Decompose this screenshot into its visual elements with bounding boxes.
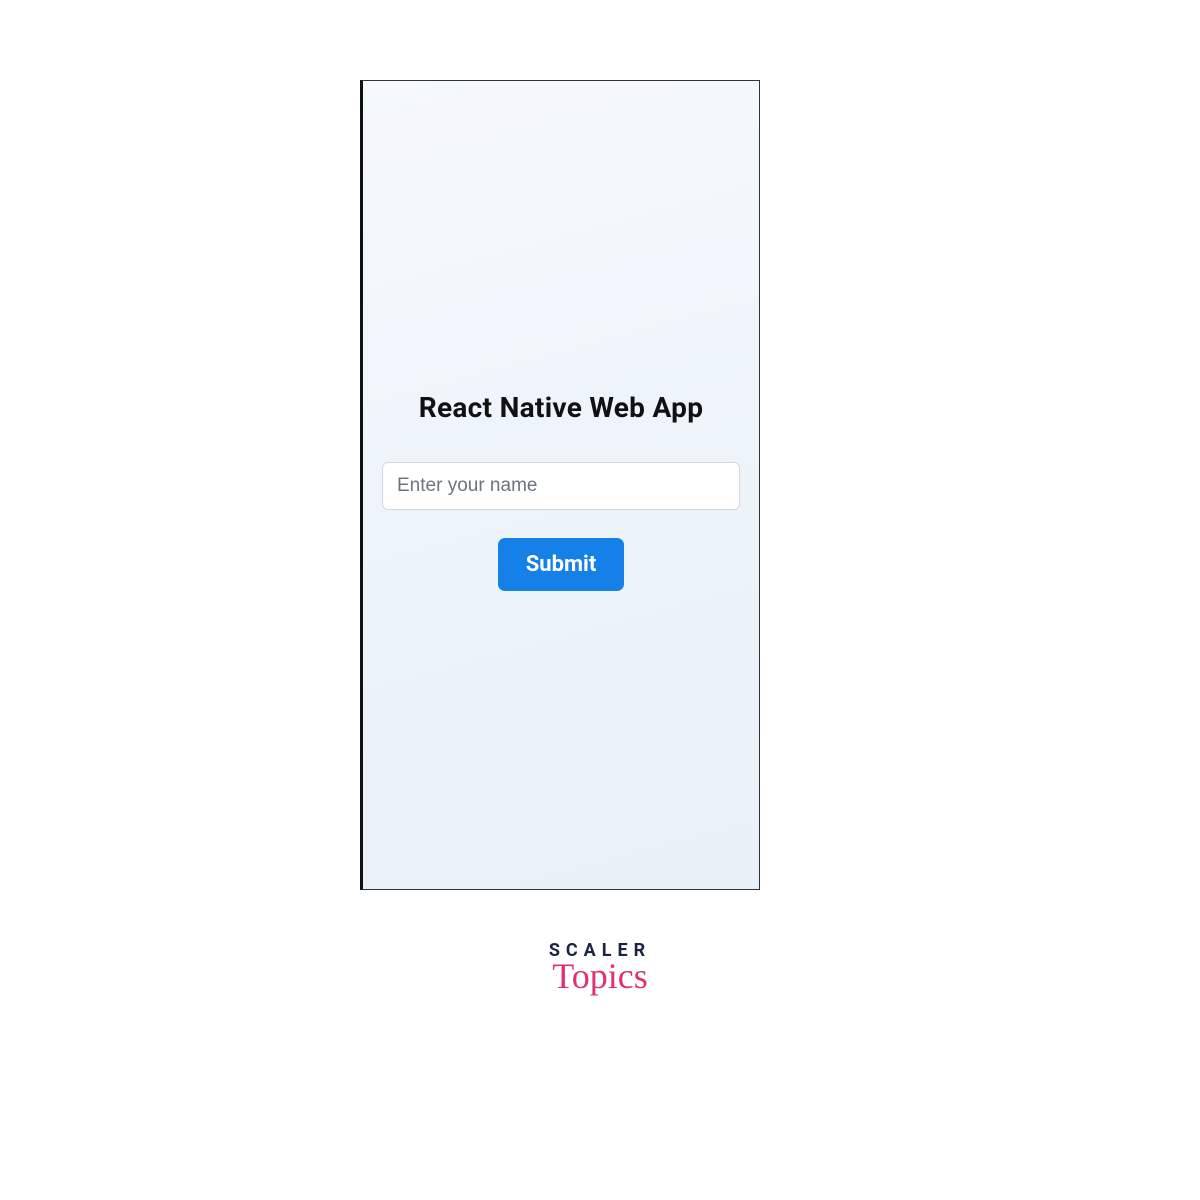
app-title: React Native Web App (419, 391, 704, 424)
submit-button[interactable]: Submit (498, 538, 625, 591)
brand-logo: SCALER Topics (549, 940, 651, 993)
brand-logo-bottom: Topics (549, 959, 651, 993)
device-frame: React Native Web App Submit (360, 80, 760, 890)
name-input[interactable] (382, 462, 740, 510)
